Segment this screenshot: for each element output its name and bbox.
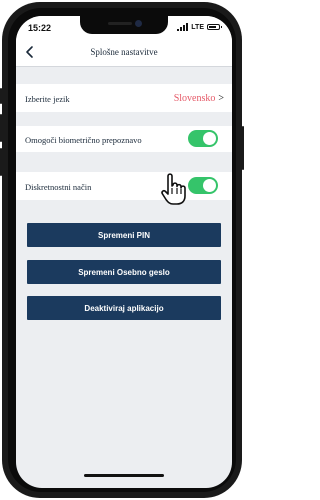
deactivate-app-button[interactable]: Deaktiviraj aplikacijo: [27, 296, 221, 320]
network-type: LTE: [191, 23, 204, 31]
toggle-knob: [203, 132, 216, 145]
chevron-right-icon: >: [218, 93, 224, 104]
change-pin-button[interactable]: Spremeni PIN: [27, 223, 221, 247]
language-value: Slovensko >: [174, 93, 224, 104]
mute-switch: [0, 88, 2, 104]
app-screen: 15:22 LTE Splošne nastavitve Izberite je…: [16, 16, 232, 488]
biometric-label: Omogoči biometrično prepoznavo: [25, 135, 142, 145]
biometric-toggle[interactable]: [188, 130, 218, 147]
status-indicators: LTE: [177, 23, 222, 31]
volume-up-button: [0, 114, 2, 142]
home-indicator: [84, 474, 164, 477]
signal-icon: [177, 23, 189, 31]
battery-icon: [207, 24, 222, 30]
language-value-text: Slovensko: [173, 93, 216, 104]
phone-notch: [80, 16, 168, 34]
language-row[interactable]: Izberite jezik Slovensko >: [16, 84, 232, 112]
navigation-bar: Splošne nastavitve: [16, 40, 232, 67]
front-camera: [135, 20, 142, 27]
change-password-button[interactable]: Spremeni Osebno geslo: [27, 260, 221, 284]
status-time: 15:22: [28, 23, 52, 33]
discreet-mode-toggle[interactable]: [188, 177, 218, 194]
pointing-hand-icon: [160, 172, 188, 206]
discreet-mode-label: Diskretnostni način: [25, 182, 92, 192]
page-title: Splošne nastavitve: [90, 47, 158, 57]
volume-down-button: [0, 148, 2, 176]
discreet-mode-row: Diskretnostni način: [16, 172, 232, 200]
biometric-row: Omogoči biometrično prepoznavo: [16, 126, 232, 152]
phone-frame: 15:22 LTE Splošne nastavitve Izberite je…: [0, 2, 244, 498]
speaker-grille: [108, 22, 132, 25]
language-label: Izberite jezik: [25, 94, 70, 104]
power-button: [242, 126, 244, 170]
toggle-knob: [203, 179, 216, 192]
